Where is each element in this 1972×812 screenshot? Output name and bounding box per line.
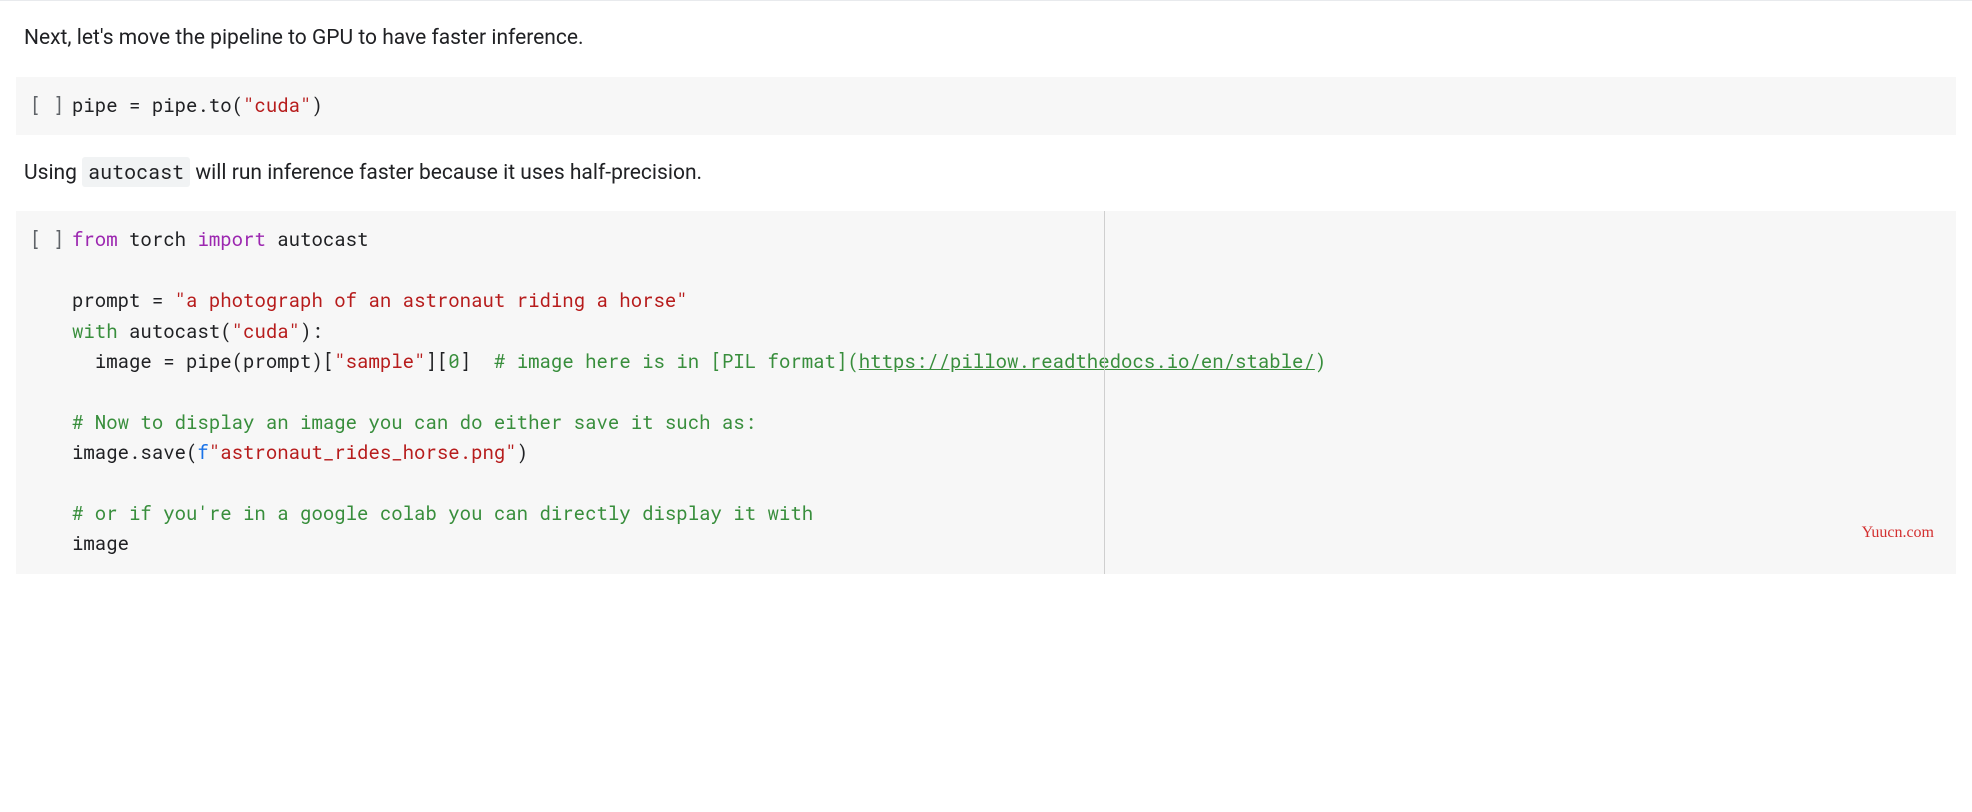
text-cell-2: Using autocast will run inference faster…: [0, 139, 1972, 208]
code-text: image: [72, 531, 129, 556]
number-literal: 0: [448, 349, 459, 374]
code-text: image.save(: [72, 440, 197, 465]
code-text: autocast: [266, 227, 369, 252]
code-text: torch: [118, 227, 198, 252]
string-literal: "cuda": [243, 93, 311, 118]
top-divider: [0, 0, 1972, 1]
comment: # Now to display an image you can do eit…: [72, 410, 756, 435]
code-text: pipe = pipe.to(: [72, 93, 243, 118]
keyword-import: import: [197, 227, 265, 252]
inline-code: autocast: [82, 157, 190, 187]
string-literal: "a photograph of an astronaut riding a h…: [175, 288, 688, 313]
code-editor[interactable]: pipe = pipe.to("cuda"): [72, 91, 1956, 121]
keyword-from: from: [72, 227, 118, 252]
string-literal: "cuda": [232, 319, 300, 344]
comment-link: https://pillow.readthedocs.io/en/stable/: [859, 349, 1315, 374]
text-post: will run inference faster because it use…: [190, 161, 702, 185]
code-text: ):: [300, 319, 323, 344]
code-text: ): [311, 93, 322, 118]
execution-indicator[interactable]: [ ]: [16, 91, 72, 121]
code-cell-2[interactable]: [ ] from torch import autocast prompt = …: [16, 211, 1956, 573]
text-cell-1: Next, let's move the pipeline to GPU to …: [0, 5, 1972, 73]
code-text: ]: [460, 349, 494, 374]
text-pre: Using: [24, 161, 82, 185]
code-editor[interactable]: from torch import autocast prompt = "a p…: [72, 225, 1956, 559]
keyword-with: with: [72, 319, 118, 344]
comment: # or if you're in a google colab you can…: [72, 501, 813, 526]
code-text: autocast(: [118, 319, 232, 344]
code-text: image = pipe(prompt)[: [72, 349, 334, 374]
code-cell-1[interactable]: [ ] pipe = pipe.to("cuda"): [16, 77, 1956, 135]
execution-indicator[interactable]: [ ]: [16, 225, 72, 255]
notebook-container: Next, let's move the pipeline to GPU to …: [0, 0, 1972, 574]
code-text: ][: [425, 349, 448, 374]
code-text: ): [517, 440, 528, 465]
string-literal: "astronaut_rides_horse.png": [209, 440, 517, 465]
f-prefix: f: [197, 440, 208, 465]
code-text: prompt =: [72, 288, 175, 313]
text-paragraph: Next, let's move the pipeline to GPU to …: [24, 26, 584, 50]
comment: # image here is in [PIL format](https://…: [494, 349, 1326, 374]
string-literal: "sample": [334, 349, 425, 374]
